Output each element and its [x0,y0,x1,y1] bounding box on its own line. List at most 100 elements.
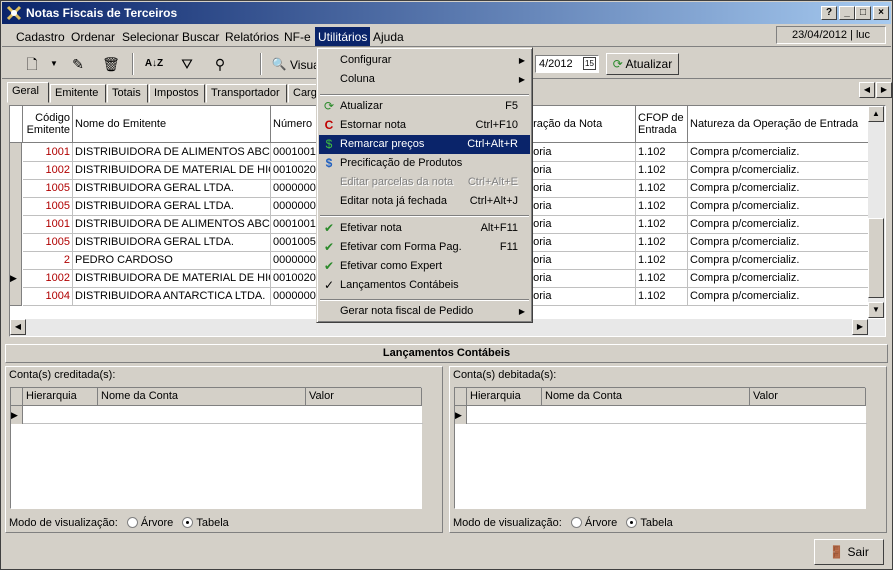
radio-arvore[interactable] [570,517,582,528]
scroll-left-button[interactable]: ◀ [10,319,26,335]
credit-header-nome[interactable]: Nome da Conta [98,388,306,406]
date-field[interactable]: 4/2012 15 [535,55,599,73]
tab-transportador[interactable]: Transportador [206,84,287,103]
cell-cfop: 1.102 [636,269,688,288]
price-icon: $ [325,137,333,151]
radio-arvore[interactable] [126,517,138,528]
app-icon [6,5,22,21]
tab-impostos[interactable]: Impostos [149,84,205,103]
menu-item-efetivar-nota[interactable]: ✔ Efetivar nota Alt+F11 [319,219,530,238]
binoculars-icon[interactable]: ⚲ [208,53,232,75]
visual-icon[interactable]: 🔍 [267,53,291,75]
cell-codigo: 1002 [23,161,73,180]
cell-nome-emitente: DISTRIBUIDORA DE MATERIAL DE HIGIENE [73,161,271,180]
credit-header-hierarquia[interactable]: Hierarquia [23,388,98,406]
pricing-icon: $ [325,156,333,170]
atualizar-button[interactable]: ⟳ Atualizar [606,53,679,75]
header-operacao[interactable]: eração da Nota [525,106,636,143]
cell-numero: 00000000 [271,179,317,198]
menu-item-efetivar-expert[interactable]: ✔ Efetivar como Expert [319,257,530,276]
menu-separator [320,94,529,96]
cell-cfop: 1.102 [636,179,688,198]
sort-az-icon[interactable]: A↓Z [142,53,166,75]
header-cfop[interactable]: CFOP de Entrada [636,106,688,143]
menu-ordenar[interactable]: Ordenar [71,30,115,44]
grid-vertical-scrollbar[interactable]: ▲ ▼ [868,106,885,318]
close-button[interactable]: × [873,6,889,20]
maximize-button[interactable]: □ [855,6,871,20]
filter-icon[interactable]: ⛛ [175,53,199,75]
scroll-up-button[interactable]: ▲ [868,106,884,122]
scroll-thumb[interactable] [868,218,884,298]
debit-mode: Modo de visualização: Árvore Tabela [453,517,673,529]
menu-ajuda[interactable]: Ajuda [373,30,404,44]
menu-item-gerar-nota-pedido[interactable]: Gerar nota fiscal de Pedido ▶ [319,302,530,321]
header-nome-emitente[interactable]: Nome do Emitente [73,106,271,143]
menu-item-precificacao[interactable]: $ Precificação de Produtos [319,154,530,173]
header-indicator [10,106,23,143]
refresh-icon: ⟳ [612,57,623,71]
cell-cfop: 1.102 [636,215,688,234]
scroll-right-button[interactable]: ▶ [852,319,868,335]
cell-operacao: doria [525,287,636,306]
tab-geral[interactable]: Geral [7,82,49,103]
help-button[interactable]: ? [821,6,837,20]
utilitarios-dropdown-menu: Configurar ▶ Coluna ▶ ⟳ Atualizar F5 C Estorn… [316,47,533,323]
menu-cadastro[interactable]: Cadastro [16,30,65,44]
menu-buscar[interactable]: Buscar [182,30,219,44]
tab-emitente[interactable]: Emitente [50,84,106,103]
menu-item-efetivar-forma-pag[interactable]: ✔ Efetivar com Forma Pag. F11 [319,238,530,257]
cell-nome-emitente: DISTRIBUIDORA GERAL LTDA. [73,197,271,216]
menu-utilitarios[interactable]: Utilitários [315,27,371,46]
menu-item-estornar-nota[interactable]: C Estornar nota Ctrl+F10 [319,116,530,135]
dropdown-arrow-icon[interactable]: ▼ [42,53,66,75]
debit-header-hierarquia[interactable]: Hierarquia [467,388,542,406]
credit-grid[interactable]: Hierarquia Nome da Conta Valor ▶ [10,387,423,509]
debit-header-valor[interactable]: Valor [750,388,866,406]
title-bar: Notas Fiscais de Terceiros ? _ □ × [2,2,891,24]
date-field-value: 4/2012 [539,58,573,70]
menu-nfe[interactable]: NF-e [284,30,311,44]
header-codigo[interactable]: Código Emitente [23,106,73,143]
menu-bar: Cadastro Ordenar Selecionar Buscar Relat… [2,25,891,47]
cell-nome-emitente: DISTRIBUIDORA ANTARCTICA LTDA. [73,287,271,306]
cell-numero: 00000000 [271,287,317,306]
credit-empty-row[interactable] [23,406,423,424]
menu-relatorios[interactable]: Relatórios [225,30,279,44]
calendar-icon[interactable]: 15 [583,57,596,70]
submenu-arrow-icon: ▶ [518,75,525,84]
debit-empty-row[interactable] [467,406,867,424]
menu-item-coluna[interactable]: Coluna ▶ [319,70,530,89]
tab-scroll-left-button[interactable]: ◀ [859,82,875,98]
radio-tabela[interactable] [626,517,638,528]
menu-item-atualizar[interactable]: ⟳ Atualizar F5 [319,97,530,116]
scroll-down-button[interactable]: ▼ [868,302,884,318]
menu-item-editar-nota-fechada[interactable]: Editar nota já fechada Ctrl+Alt+J [319,192,530,211]
header-numero[interactable]: Número [271,106,317,143]
cell-codigo: 1005 [23,197,73,216]
cell-operacao: doria [525,233,636,252]
menu-item-remarcar-precos[interactable]: $ Remarcar preços Ctrl+Alt+R [319,135,530,154]
cell-codigo: 2 [23,251,73,270]
cell-codigo: 1001 [23,215,73,234]
tab-scroll-right-button[interactable]: ▶ [876,82,892,98]
cell-natureza: Compra p/comercializ. [688,269,870,288]
menu-selecionar[interactable]: Selecionar [122,30,179,44]
debit-header-nome[interactable]: Nome da Conta [542,388,750,406]
submenu-arrow-icon: ▶ [518,56,525,65]
debit-grid[interactable]: Hierarquia Nome da Conta Valor ▶ [454,387,867,509]
tab-totais[interactable]: Totais [107,84,148,103]
cell-natureza: Compra p/comercializ. [688,161,870,180]
header-natureza[interactable]: Natureza da Operação de Entrada [688,106,870,143]
cell-natureza: Compra p/comercializ. [688,287,870,306]
credit-header-valor[interactable]: Valor [306,388,422,406]
menu-item-lancamentos-contabeis[interactable]: ✓ Lançamentos Contábeis [319,276,530,295]
radio-tabela[interactable] [182,517,194,528]
menu-item-configurar[interactable]: Configurar ▶ [319,51,530,70]
trash-icon[interactable]: 🗑 [99,53,123,75]
edit-icon[interactable]: ✎ [66,53,90,75]
row-indicator [10,251,22,270]
minimize-button[interactable]: _ [839,6,855,20]
sair-button[interactable]: 🚪 Sair [814,539,884,565]
new-icon[interactable]: 🗋 [20,53,44,75]
